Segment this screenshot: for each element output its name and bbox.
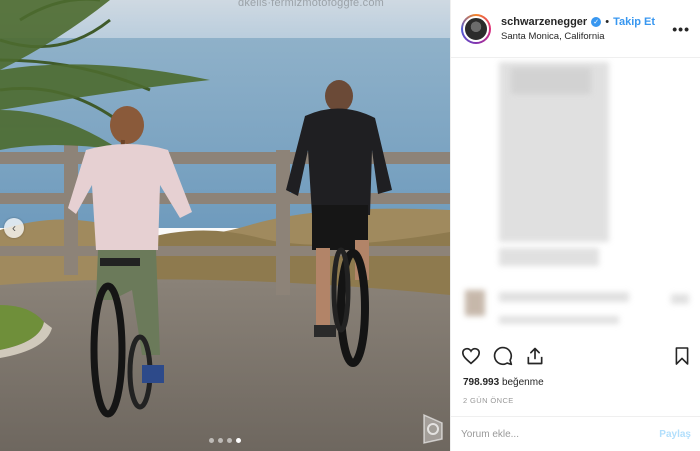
username-link[interactable]: schwarzenegger [501,16,587,28]
carousel-dot [209,438,214,443]
post-header: schwarzenegger ✓ • Takip Et Santa Monica… [451,0,700,58]
avatar[interactable] [461,13,491,44]
previous-slide-button[interactable]: ‹ [4,218,24,238]
follow-button[interactable]: Takip Et [613,16,655,28]
comment-input[interactable] [461,428,660,440]
bookmark-icon[interactable] [674,346,690,366]
post-timestamp[interactable]: 2 GÜN ÖNCE [463,396,514,405]
comments-area-blurred [451,58,700,344]
location-link[interactable]: Santa Monica, California [501,31,655,42]
chevron-left-icon: ‹ [12,221,16,235]
carousel-dot [218,438,223,443]
watermark-text: dkelis·fermizmotofoggfe.com [238,0,385,9]
like-count[interactable]: 798.993 beğenme [463,377,544,388]
like-count-label: beğenme [501,377,544,388]
carousel-dot [227,438,232,443]
more-options-icon[interactable]: ••• [672,21,690,37]
like-count-number: 798.993 [463,377,500,388]
verified-badge-icon: ✓ [591,16,602,27]
carousel-indicator [0,438,450,443]
post-comment-button[interactable]: Paylaş [659,429,691,440]
carousel-dot-active [236,438,241,443]
separator: • [605,15,610,28]
share-icon[interactable] [525,346,545,366]
post-photo[interactable]: dkelis·fermizmotofoggfe.com ‹ [0,0,450,451]
photo-scene [0,0,450,451]
add-comment-bar: Paylaş [451,416,700,451]
watermark-logo-icon [423,413,443,444]
heart-icon[interactable] [461,347,481,365]
comment-icon[interactable] [493,346,513,366]
action-bar [461,346,690,366]
post-sidebar: schwarzenegger ✓ • Takip Et Santa Monica… [450,0,700,451]
